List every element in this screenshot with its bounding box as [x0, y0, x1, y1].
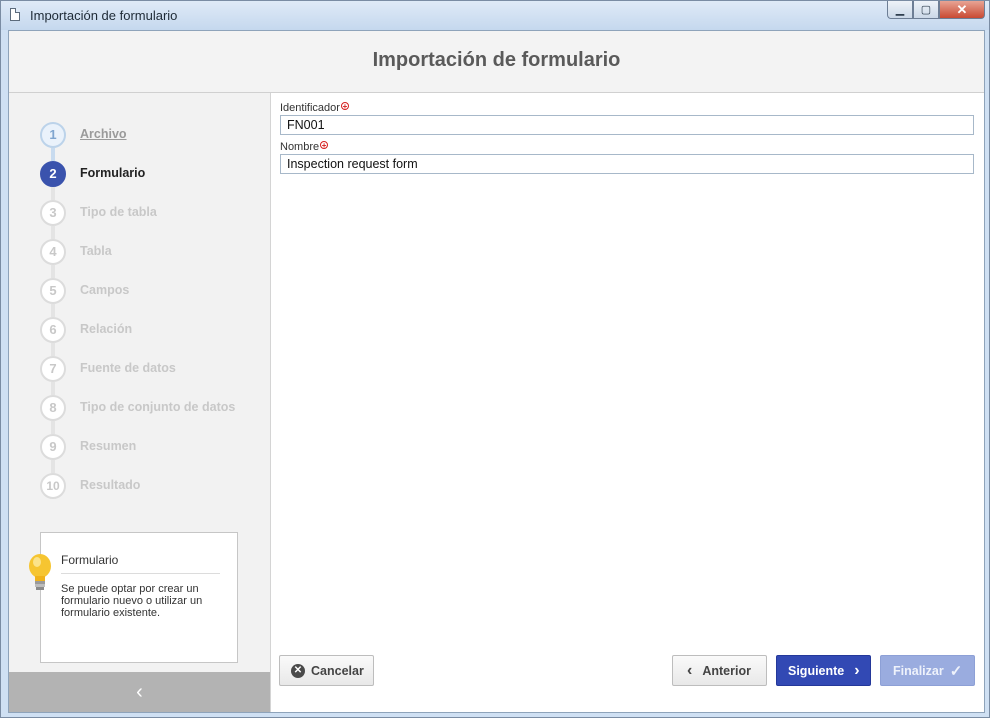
step-label[interactable]: Archivo [80, 127, 127, 141]
collapse-sidebar-button[interactable]: ‹ [9, 672, 270, 712]
name-input[interactable]: Inspection request form [280, 154, 974, 174]
step-connector [51, 187, 55, 200]
step-connector [51, 382, 55, 395]
window-title: Importación de formulario [30, 8, 178, 23]
wizard-sidebar: 1 Archivo 2 Formulario 3 Tipo de tabla 4 Tabla 5… [9, 93, 271, 712]
minimize-button[interactable]: ▁ [887, 1, 913, 19]
step-number: 6 [40, 317, 66, 343]
step-label: Resultado [80, 478, 141, 492]
step-connector [51, 421, 55, 434]
wizard-header: Importación de formulario [9, 31, 984, 93]
step-connector [51, 148, 55, 161]
step-connector [51, 460, 55, 473]
maximize-icon: ▢ [920, 4, 932, 16]
step-connector [51, 343, 55, 356]
close-button[interactable]: ✕ [939, 1, 985, 19]
dialog-client: Importación de formulario 1 Archivo 2 Formu… [8, 30, 985, 713]
identifier-label-text: Identificador [280, 102, 340, 114]
step-number: 8 [40, 395, 66, 421]
title-bar: Importación de formulario ▁ ▢ ✕ [1, 1, 989, 30]
chevron-left-icon: ‹ [136, 680, 143, 703]
cancel-button-label: Cancelar [311, 663, 364, 678]
step-connector [51, 304, 55, 317]
step-number: 10 [40, 473, 66, 499]
name-label: Nombre + [280, 141, 329, 153]
info-title: Formulario [61, 553, 220, 574]
identifier-label: Identificador + [280, 102, 349, 114]
required-icon: + [320, 141, 329, 150]
step-label: Tabla [80, 244, 112, 258]
step-label: Fuente de datos [80, 361, 176, 375]
step-label: Formulario [80, 166, 146, 180]
cancel-button[interactable]: ✕ Cancelar [279, 655, 374, 686]
maximize-button[interactable]: ▢ [913, 1, 939, 19]
step-label: Tipo de conjunto de datos [80, 400, 236, 414]
dialog-window: Importación de formulario ▁ ▢ ✕ Importac… [0, 0, 990, 718]
page-title: Importación de formulario [372, 49, 621, 71]
step-number: 5 [40, 278, 66, 304]
step-number: 3 [40, 200, 66, 226]
close-icon: ✕ [956, 1, 968, 17]
name-label-text: Nombre [280, 141, 320, 153]
step-number: 1 [40, 122, 66, 148]
minimize-icon: ▁ [895, 4, 905, 16]
lightbulb-icon [29, 554, 51, 590]
step-label: Resumen [80, 439, 137, 453]
next-button-label: Siguiente [788, 663, 845, 678]
next-button[interactable]: Siguiente › [776, 655, 871, 686]
wizard-content: Identificador + FN001 Nombre + Inspection … [271, 93, 984, 712]
step-connector [51, 226, 55, 239]
previous-button[interactable]: ‹ Anterior [672, 655, 767, 686]
step-label: Campos [80, 283, 130, 297]
document-icon [10, 8, 20, 21]
required-icon: + [340, 102, 349, 111]
previous-button-label: Anterior [702, 663, 751, 678]
finish-button[interactable]: Finalizar ✓ [880, 655, 975, 686]
step-connector [51, 265, 55, 278]
step-number: 4 [40, 239, 66, 265]
identifier-input[interactable]: FN001 [280, 115, 974, 135]
step-label: Tipo de tabla [80, 205, 157, 219]
finish-button-label: Finalizar [893, 663, 944, 678]
step-number: 2 [40, 161, 66, 187]
info-text: Se puede optar por crear un formulario n… [61, 583, 203, 619]
step-label: Relación [80, 322, 133, 336]
cancel-icon: ✕ [291, 663, 305, 678]
window-controls: ▁ ▢ ✕ [887, 1, 985, 19]
step-number: 7 [40, 356, 66, 382]
chevron-left-icon: ‹ [687, 661, 693, 679]
step-number: 9 [40, 434, 66, 460]
info-panel: Formulario Se puede optar por crear un f… [29, 532, 238, 663]
checkmark-icon: ✓ [949, 662, 963, 680]
chevron-right-icon: › [854, 661, 860, 679]
